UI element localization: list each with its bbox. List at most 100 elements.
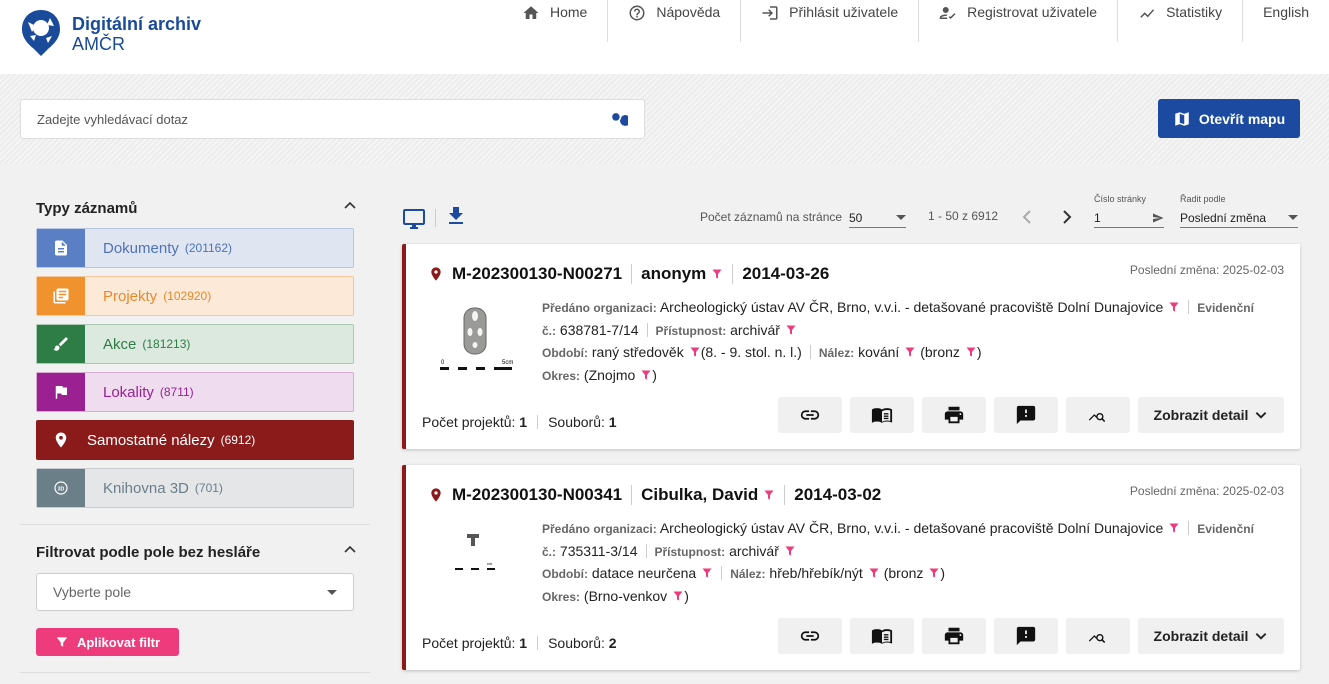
access-label: Přístupnost: [655,323,727,338]
org-label: Předáno organizaci: [542,301,657,315]
district-value: (Znojmo [583,366,636,383]
nav-home[interactable]: Home [502,0,607,42]
show-detail-button[interactable]: Zobrazit detail [1138,618,1284,654]
filter-funnel-icon[interactable] [904,346,916,358]
filter-funnel-icon[interactable] [763,489,775,501]
type-projekty[interactable]: Projekty (102920) [36,276,354,316]
chevron-right-icon[interactable] [1058,209,1074,225]
find-label: Nález: [818,346,855,360]
download-icon[interactable] [444,204,468,228]
evid-label: Evidenční [1197,301,1254,315]
pin-icon [431,488,441,502]
monitor-icon[interactable] [402,206,426,230]
period-value: datace neurčena [591,565,697,581]
stats-search-button[interactable] [1066,397,1130,433]
copy-link-button[interactable] [778,618,842,654]
record-actions: Zobrazit detail [770,618,1284,654]
filter-funnel-icon[interactable] [711,268,723,280]
filter-funnel-icon[interactable] [701,567,713,579]
search-input[interactable] [37,111,608,127]
type-dokumenty[interactable]: Dokumenty (201162) [36,228,354,268]
type-count: (8711) [159,385,194,399]
record-id[interactable]: M-202300130-N00341 [452,485,622,505]
filter-funnel-icon[interactable] [868,567,880,579]
type-count: (181213) [142,337,191,351]
login-icon [762,6,778,20]
projects-value: 1 [519,414,528,430]
feedback-icon [1016,405,1036,425]
record-id[interactable]: M-202300130-N00271 [452,264,622,284]
filter-funnel-icon[interactable] [689,346,701,358]
search-icon[interactable] [608,109,628,129]
document-icon [55,240,67,256]
filter-funnel-icon[interactable] [1168,301,1180,313]
filter-funnel-icon[interactable] [784,545,796,557]
feedback-button[interactable] [994,618,1058,654]
projects-label: Počet projektů: [422,635,516,651]
copy-link-button[interactable] [778,397,842,433]
type-lokality[interactable]: Lokality (8711) [36,372,354,412]
district-value: (Brno-venkov [583,587,668,604]
svg-text:3D: 3D [58,486,65,492]
print-icon [944,406,964,424]
filter-funnel-icon[interactable] [965,346,977,358]
access-value: archivář [730,321,780,338]
print-button[interactable] [922,397,986,433]
type-knihovna-3d[interactable]: 3D Knihovna 3D (701) [36,468,354,508]
sort-value: Poslední změna [1180,210,1267,225]
filter-field-select[interactable]: Vyberte pole [36,573,354,611]
help-icon [629,5,645,21]
divider [20,672,370,673]
evid-label-2: č.: [542,544,557,559]
send-icon[interactable] [1152,212,1164,224]
nav-login-label: Přihlásit uživatele [789,4,899,20]
filter-funnel-icon[interactable] [785,324,797,336]
nav-english[interactable]: English [1242,0,1329,42]
chevron-up-icon[interactable] [344,200,356,212]
scale-label: 5cm [502,360,513,366]
last-change: Poslední změna: 2025-02-03 [1129,263,1284,277]
open-map-button[interactable]: Otevřít mapu [1158,99,1300,138]
nav-stats[interactable]: Statistiky [1117,0,1242,42]
apply-filter-button[interactable]: Aplikovat filtr [36,628,179,656]
book-icon [871,408,893,423]
type-akce[interactable]: Akce (181213) [36,324,354,364]
citation-button[interactable] [850,618,914,654]
stats-search-button[interactable] [1066,618,1130,654]
artifact-thumbnail[interactable]: 0 5cm [436,302,516,377]
type-samostatne-nalezy[interactable]: Samostatné nálezy (6912) [36,420,354,460]
per-page-select[interactable]: 50 [849,208,906,228]
nav-register[interactable]: Registrovat uživatele [918,0,1117,42]
link-icon [800,410,820,420]
feedback-button[interactable] [994,397,1058,433]
artifact-thumbnail[interactable]: cm [436,523,516,598]
nav-register-label: Registrovat uživatele [967,4,1098,20]
period-value: raný středověk [591,344,684,360]
filter-funnel-icon[interactable] [640,369,652,381]
logo[interactable]: Digitální archiv AMČR [20,8,201,58]
results-toolbar: Počet záznamů na stránce 50 1 - 50 z 691… [402,192,1300,242]
record-card: M-202300130-N00271 anonym 2014-03-26 Pos… [402,244,1300,449]
sort-label: Řadit podle [1180,194,1226,204]
chevron-up-icon[interactable] [344,544,356,556]
sort-select[interactable]: Poslední změna [1180,208,1298,228]
filter-funnel-icon[interactable] [928,567,940,579]
types-title: Typy záznamů [36,200,138,217]
print-button[interactable] [922,618,986,654]
record-metadata: Předáno organizaci: Archeologický ústav … [542,299,1254,383]
chevron-down-icon [1256,633,1267,640]
book-icon [871,629,893,644]
record-card: M-202300130-N00341 Cibulka, David 2014-0… [402,465,1300,670]
nav-login[interactable]: Přihlásit uživatele [740,0,918,42]
divider [20,524,370,525]
nav-help[interactable]: Nápověda [607,0,740,42]
find-value: hřeb/hřebík/nýt [769,565,863,581]
pin-icon [431,267,441,281]
citation-button[interactable] [850,397,914,433]
page-number-input[interactable]: 1 [1094,208,1164,228]
show-detail-button[interactable]: Zobrazit detail [1138,397,1284,433]
register-icon [939,7,956,19]
filter-funnel-icon[interactable] [1168,522,1180,534]
chevron-left-icon[interactable] [1020,209,1036,225]
filter-funnel-icon[interactable] [672,590,684,602]
